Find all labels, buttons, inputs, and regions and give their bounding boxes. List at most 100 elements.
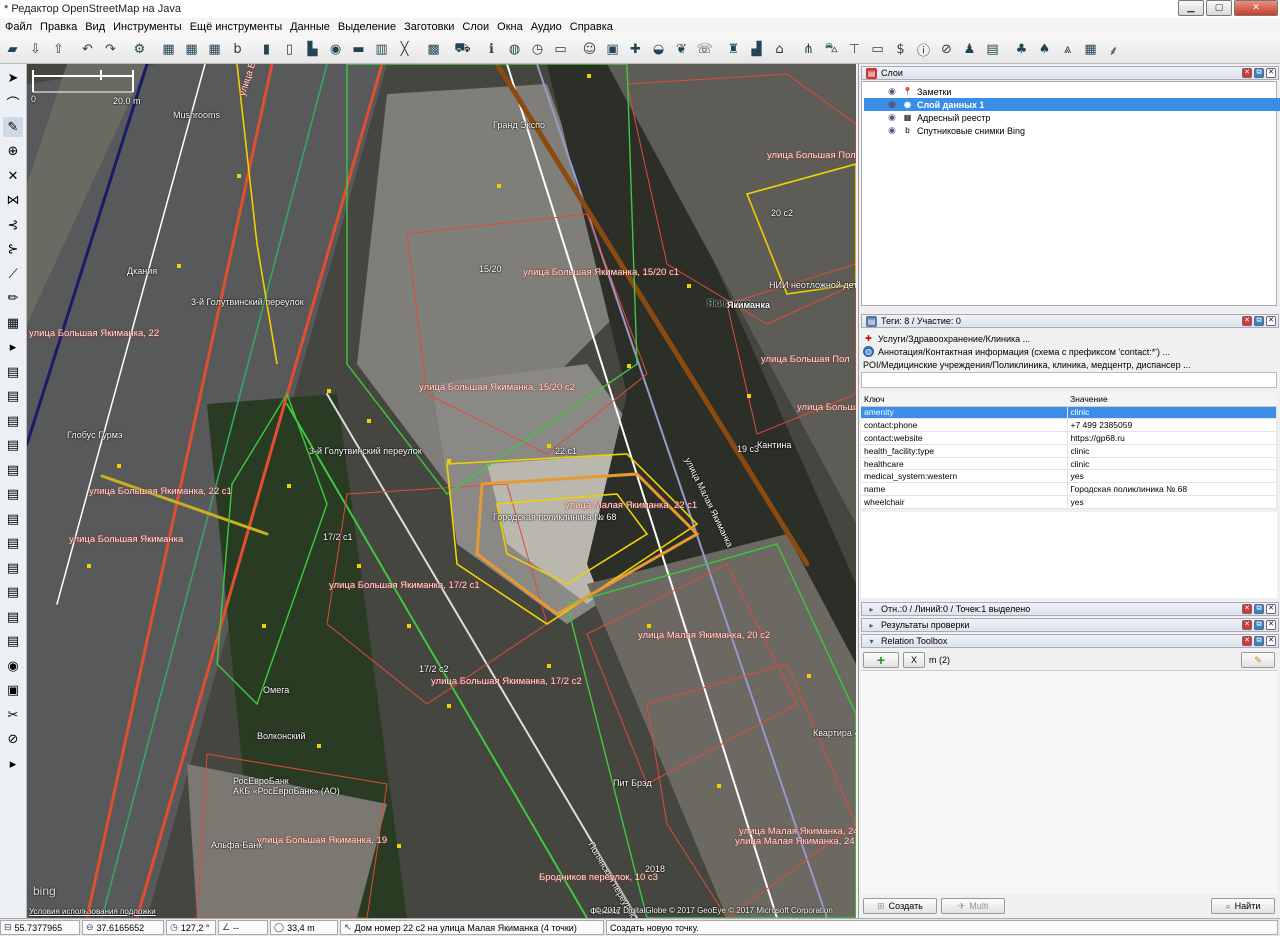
tools-icon[interactable]: ✂ bbox=[3, 705, 23, 725]
poi-label[interactable]: Якиманка bbox=[727, 300, 770, 310]
address-label[interactable]: улица Большая Якиманка, 17/2 с2 bbox=[431, 676, 582, 687]
info-icon[interactable]: ℹ bbox=[481, 39, 502, 60]
column-header[interactable]: Значение bbox=[1067, 392, 1277, 407]
address-label[interactable]: улица Большая Пол bbox=[797, 402, 856, 413]
bing-icon[interactable]: b bbox=[227, 39, 248, 60]
imagery-terms-link[interactable]: Условия использования подложки bbox=[29, 907, 156, 916]
menu-item[interactable]: Инструменты bbox=[110, 21, 187, 33]
panel-close-icon[interactable]: ✕ bbox=[1242, 316, 1252, 326]
tree-info-icon[interactable]: ⓘ bbox=[913, 39, 934, 60]
bollard-icon[interactable]: ▯ bbox=[279, 39, 300, 60]
menu-item[interactable]: Вид bbox=[82, 21, 110, 33]
poi-label[interactable]: Дкания bbox=[127, 266, 157, 276]
address-label[interactable]: улица Малая Якиманка, 20 с2 bbox=[638, 630, 770, 641]
address-label[interactable]: улица Большая Якиманка, 19 bbox=[257, 835, 387, 846]
tag-key[interactable]: health_facility:type bbox=[861, 444, 1068, 458]
flag-icon[interactable]: ▭ bbox=[550, 39, 571, 60]
meadow-icon[interactable]: ▦ bbox=[1080, 39, 1101, 60]
layer-row[interactable]: ◉ ◉ Слой данных 1 bbox=[864, 98, 1280, 111]
imagery-icon[interactable]: ▦ bbox=[158, 39, 179, 60]
building-tool-icon[interactable]: ▦ bbox=[3, 313, 23, 333]
barrier-icon[interactable]: ▮ bbox=[256, 39, 277, 60]
tag-key[interactable]: medical_system:western bbox=[861, 469, 1068, 484]
relation-add-button[interactable]: + bbox=[863, 652, 899, 668]
preferences-icon[interactable]: ⚙ bbox=[129, 39, 150, 60]
poi-label[interactable]: Mushrooms bbox=[173, 110, 220, 120]
compass-icon[interactable]: ◷ bbox=[527, 39, 548, 60]
changeset-icon[interactable]: ▤ bbox=[3, 485, 23, 505]
panel-detach-icon[interactable]: ⧉ bbox=[1254, 316, 1264, 326]
address-label[interactable]: улица Большая Якиманка, 17/2 с1 bbox=[329, 580, 480, 591]
delete-icon[interactable]: ✕ bbox=[3, 166, 23, 186]
poi-label[interactable]: Омега bbox=[263, 685, 289, 695]
grass-icon[interactable]: ⩓ bbox=[1057, 39, 1078, 60]
menu-item[interactable]: Аудио bbox=[528, 21, 567, 33]
address-label[interactable]: улица Большая Якиманка, 15/20 с2 bbox=[419, 382, 575, 393]
panel-minimize-icon[interactable]: ✕ bbox=[1266, 316, 1276, 326]
panel-detach-icon[interactable]: ⧉ bbox=[1254, 604, 1264, 614]
draw-icon[interactable]: ✎ bbox=[3, 117, 23, 137]
tag-row[interactable]: contact:website https://gp68.ru bbox=[861, 431, 1277, 445]
theatre-icon[interactable]: ☺ bbox=[579, 39, 600, 60]
validation-panel-header[interactable]: ▸ Результаты проверки ✕ ⧉ ✕ bbox=[861, 618, 1279, 632]
address-label[interactable]: улица Большая Якиманка, 15/20 с1 bbox=[523, 267, 679, 278]
plus-icon[interactable]: ✚ bbox=[625, 39, 646, 60]
validation-icon[interactable]: ▤ bbox=[3, 460, 23, 480]
map-view[interactable]: 0 20.0 m улица Большая Якиманка, 22 улиц… bbox=[27, 64, 856, 918]
panel-minimize-icon[interactable]: ✕ bbox=[1266, 604, 1276, 614]
minimap-icon[interactable]: ▤ bbox=[3, 632, 23, 652]
tag-value[interactable]: +7 499 2385059 bbox=[1067, 418, 1277, 433]
address-label[interactable]: улица Большая Пол bbox=[761, 354, 850, 365]
address-label[interactable]: улица Большая Якиманка, 22 с1 bbox=[89, 486, 232, 497]
pin-icon[interactable]: ◉ bbox=[3, 656, 23, 676]
poi-label[interactable]: Кантина bbox=[757, 440, 791, 450]
tags-panel-header[interactable]: ▤ Теги: 8 / Участие: 0 ✕ ⧉ ✕ bbox=[861, 314, 1279, 328]
poi-label[interactable]: Глобус Гурмэ bbox=[67, 430, 123, 440]
open-icon[interactable]: ▰ bbox=[2, 39, 23, 60]
tag-value[interactable]: https://gp68.ru bbox=[1067, 431, 1277, 445]
tag-value[interactable]: clinic bbox=[1067, 406, 1277, 420]
factory-icon[interactable]: ▟ bbox=[746, 39, 767, 60]
pencil-icon[interactable]: ✏ bbox=[3, 289, 23, 309]
filter-icon[interactable]: ▤ bbox=[3, 583, 23, 603]
layer-row[interactable]: ◉ 📍 Заметки bbox=[864, 85, 1280, 98]
panel-minimize-icon[interactable]: ✕ bbox=[1266, 68, 1276, 78]
visibility-eye-icon[interactable]: ◉ bbox=[888, 86, 898, 97]
poi-label[interactable]: 3-й Голутвинский переулок bbox=[309, 446, 422, 456]
more-icon[interactable]: ▸ bbox=[3, 338, 23, 358]
stop-icon[interactable]: ⊘ bbox=[3, 730, 23, 750]
relation-clear-button[interactable]: X bbox=[903, 652, 925, 668]
tag-value[interactable]: yes bbox=[1067, 469, 1277, 484]
tags-table[interactable]: Ключ Значение amenity clinic contact:phone… bbox=[861, 392, 1277, 509]
tag-key[interactable]: amenity bbox=[861, 406, 1068, 420]
level-crossing-icon[interactable]: ╳ bbox=[394, 39, 415, 60]
more2-icon[interactable]: ▸ bbox=[3, 754, 23, 774]
poi-label[interactable]: 17/2 с2 bbox=[419, 664, 449, 674]
poi-label[interactable]: 3-й Голутвинский переулок bbox=[191, 297, 304, 307]
tag-value[interactable]: clinic bbox=[1067, 457, 1277, 471]
preset-link[interactable]: POI/Медицинские учреждения/Поликлиника, … bbox=[863, 358, 1191, 371]
tag-key[interactable]: wheelchair bbox=[861, 495, 1068, 509]
menu-item[interactable]: Правка bbox=[37, 21, 82, 33]
poi-label[interactable]: Городская поликлиника № 68 bbox=[493, 512, 616, 522]
tree-icon[interactable]: ♣ bbox=[1011, 39, 1032, 60]
history-icon[interactable]: ▤ bbox=[3, 436, 23, 456]
layer-select-icon[interactable]: ▤ bbox=[3, 411, 23, 431]
address-label[interactable]: улица Большая Пол bbox=[767, 150, 856, 161]
selection-panel-header[interactable]: ▸ Отн.:0 / Линий:0 / Точек:1 выделено ✕ … bbox=[861, 602, 1279, 616]
menu-item[interactable]: Заготовки bbox=[401, 21, 459, 33]
layer-row[interactable]: ◉ ▦ Адресный реестр bbox=[864, 111, 1280, 124]
close-button[interactable]: ✕ bbox=[1234, 0, 1278, 16]
tag-value[interactable]: yes bbox=[1067, 495, 1277, 509]
panel-minimize-icon[interactable]: ✕ bbox=[1266, 620, 1276, 630]
dish-icon[interactable]: ◒ bbox=[648, 39, 669, 60]
panel-minimize-icon[interactable]: ✕ bbox=[1266, 636, 1276, 646]
tag-key[interactable]: name bbox=[861, 482, 1068, 497]
address-label[interactable]: улица Малая Якиманка, 22 с1 bbox=[565, 500, 697, 511]
address-label[interactable]: улица Большая Якиманка, 22 bbox=[29, 328, 159, 339]
notes-icon[interactable]: ▤ bbox=[3, 607, 23, 627]
layers-panel-header[interactable]: ▤ Слои ✕ ⧉ ✕ bbox=[861, 66, 1279, 80]
panel-close-icon[interactable]: ✕ bbox=[1242, 604, 1252, 614]
menu-item[interactable]: Файл bbox=[2, 21, 37, 33]
preset-label[interactable]: Аннотация/Контактная информация (схема с… bbox=[878, 347, 1170, 357]
